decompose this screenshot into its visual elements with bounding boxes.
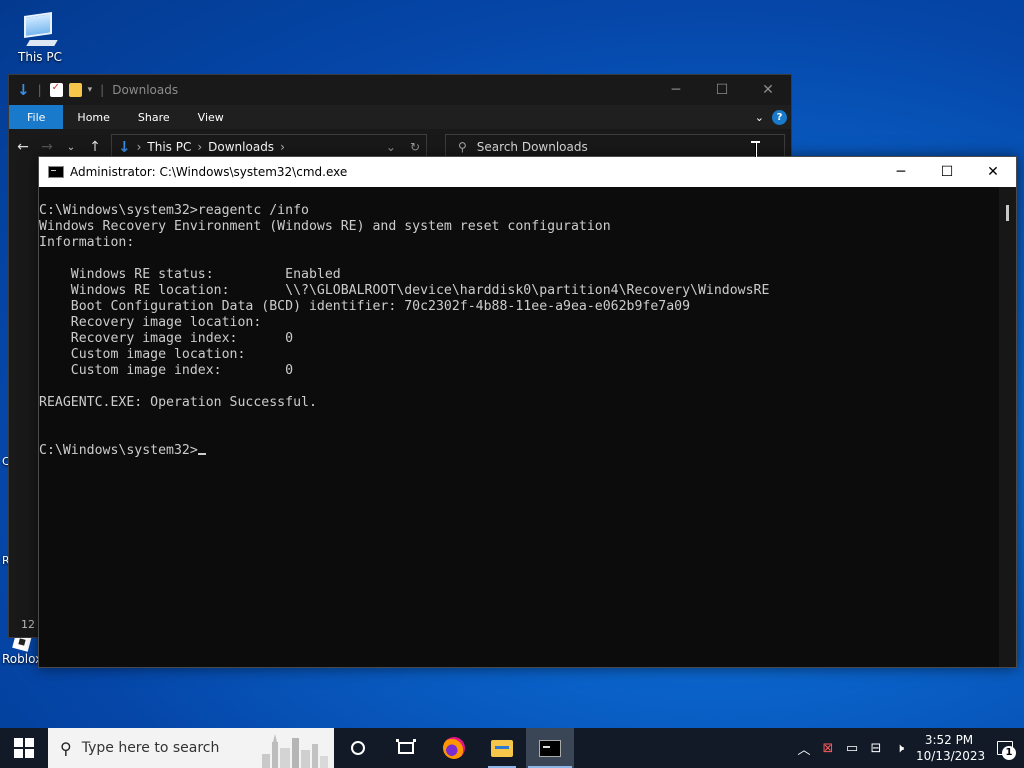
breadcrumb-downloads[interactable]: Downloads — [208, 140, 274, 154]
tab-share[interactable]: Share — [124, 105, 184, 129]
action-center-button[interactable]: 1 — [986, 728, 1024, 768]
command-prompt-window[interactable]: Administrator: C:\Windows\system32\cmd.e… — [38, 156, 1017, 668]
address-history-chevron-icon[interactable]: ⌄ — [386, 140, 396, 154]
console-line: Boot Configuration Data (BCD) identifier… — [39, 299, 691, 314]
system-tray: ︿ ⊠ ▭ ⊟ 🕨 3:52 PM 10/13/2023 1 — [792, 728, 1024, 768]
search-icon: ⚲ — [60, 738, 72, 758]
breadcrumb-separator-icon[interactable]: › — [137, 140, 142, 154]
taskbar: ⚲ Type here to search ︿ ⊠ ▭ ⊟ 🕨 3:52 PM … — [0, 728, 1024, 768]
quick-access-dropdown-icon[interactable]: ▾ — [88, 85, 93, 95]
cmd-title-bar[interactable]: Administrator: C:\Windows\system32\cmd.e… — [39, 157, 1016, 187]
breadcrumb-this-pc[interactable]: This PC — [147, 140, 191, 154]
title-separator: | — [37, 83, 42, 97]
taskbar-file-explorer[interactable] — [478, 728, 526, 768]
console-line: Windows Recovery Environment (Windows RE… — [39, 219, 611, 234]
notification-badge: 1 — [1002, 746, 1016, 760]
search-highlight-skyline-icon — [262, 734, 328, 768]
ribbon-expand-chevron-icon[interactable]: ⌄ — [755, 111, 764, 124]
explorer-window-title: Downloads — [112, 83, 179, 97]
cmd-scrollbar[interactable] — [999, 187, 1016, 667]
download-arrow-icon: ↓ — [17, 81, 30, 99]
console-line: Windows RE location: \\?\GLOBALROOT\devi… — [39, 283, 770, 298]
desktop-icon-roblox[interactable]: Roblox — [2, 632, 43, 666]
task-view-icon — [396, 739, 416, 754]
breadcrumb-separator-icon[interactable]: › — [280, 140, 285, 154]
explorer-search-placeholder: Search Downloads — [476, 140, 588, 154]
maximize-icon[interactable]: ☐ — [924, 157, 970, 187]
terminal-icon — [48, 166, 64, 178]
terminal-icon — [539, 739, 561, 757]
explorer-title-bar[interactable]: ↓ | ▾ | Downloads ─ ☐ ✕ — [9, 75, 791, 105]
console-prompt: C:\Windows\system32> — [39, 443, 198, 458]
console-line: Windows RE status: Enabled — [39, 267, 341, 282]
display-icon[interactable]: ▭ — [840, 741, 864, 756]
taskbar-clock[interactable]: 3:52 PM 10/13/2023 — [912, 732, 986, 764]
minimize-icon[interactable]: ─ — [653, 82, 699, 98]
console-line: REAGENTC.EXE: Operation Successful. — [39, 395, 317, 410]
ribbon-tabs: File Home Share View ⌄ ? — [9, 105, 791, 129]
cortana-circle-icon — [351, 741, 365, 755]
console-output[interactable]: C:\Windows\system32>reagentc /info Windo… — [39, 187, 1001, 667]
taskbar-search-placeholder: Type here to search — [81, 740, 220, 756]
tab-view[interactable]: View — [184, 105, 238, 129]
maximize-icon[interactable]: ☐ — [699, 82, 745, 98]
tab-home[interactable]: Home — [63, 105, 123, 129]
text-cursor — [197, 453, 206, 455]
console-line: Recovery image location: — [39, 315, 262, 330]
taskbar-search-box[interactable]: ⚲ Type here to search — [48, 728, 334, 768]
clock-date: 10/13/2023 — [916, 749, 986, 763]
breadcrumb-separator-icon[interactable]: › — [197, 140, 202, 154]
desktop-icon-this-pc[interactable]: This PC — [12, 8, 68, 64]
clock-time: 3:52 PM — [924, 733, 974, 747]
close-icon[interactable]: ✕ — [970, 157, 1016, 187]
search-icon: ⚲ — [458, 140, 467, 154]
file-explorer-icon — [491, 739, 513, 757]
windows-logo-icon — [14, 738, 34, 758]
taskbar-command-prompt[interactable] — [526, 728, 574, 768]
new-folder-icon[interactable] — [68, 83, 82, 97]
scrollbar-thumb[interactable] — [1006, 205, 1009, 221]
console-line: C:\Windows\system32>reagentc /info — [39, 203, 309, 218]
start-button[interactable] — [0, 728, 48, 768]
properties-icon[interactable] — [49, 82, 63, 97]
desktop-icon-label: Roblox — [2, 652, 43, 666]
network-icon[interactable]: ⊟ — [864, 741, 888, 756]
up-arrow-icon[interactable]: ↑ — [87, 139, 103, 155]
minimize-icon[interactable]: ─ — [878, 157, 924, 187]
console-line: Information: — [39, 235, 135, 250]
status-bar-item-count: 12 — [21, 618, 35, 631]
forward-arrow-icon[interactable]: → — [39, 139, 55, 155]
title-separator: | — [100, 83, 105, 97]
volume-muted-icon[interactable]: 🕨 — [888, 741, 912, 756]
task-view-button[interactable] — [382, 728, 430, 768]
back-arrow-icon[interactable]: ← — [15, 139, 31, 155]
cmd-window-title: Administrator: C:\Windows\system32\cmd.e… — [70, 165, 348, 179]
firefox-icon — [443, 737, 465, 759]
close-icon[interactable]: ✕ — [745, 82, 791, 98]
console-line: Recovery image index: 0 — [39, 331, 294, 346]
tab-file[interactable]: File — [9, 105, 64, 129]
console-line: Custom image index: 0 — [39, 363, 294, 378]
help-icon[interactable]: ? — [772, 109, 787, 125]
computer-icon — [20, 12, 60, 48]
show-hidden-icons-chevron-icon[interactable]: ︿ — [792, 739, 816, 758]
security-alert-icon[interactable]: ⊠ — [816, 741, 840, 756]
taskbar-firefox[interactable] — [430, 728, 478, 768]
console-prompt-line[interactable]: C:\Windows\system32> — [39, 443, 1001, 459]
mouse-ibeam-cursor-icon — [751, 141, 760, 161]
refresh-icon[interactable]: ↻ — [410, 140, 420, 154]
console-line: Custom image location: — [39, 347, 246, 362]
desktop-icon-label: This PC — [18, 50, 62, 64]
downloads-location-icon: ↓ — [118, 138, 131, 156]
cortana-button[interactable] — [334, 728, 382, 768]
recent-locations-chevron-icon[interactable]: ⌄ — [63, 142, 79, 153]
